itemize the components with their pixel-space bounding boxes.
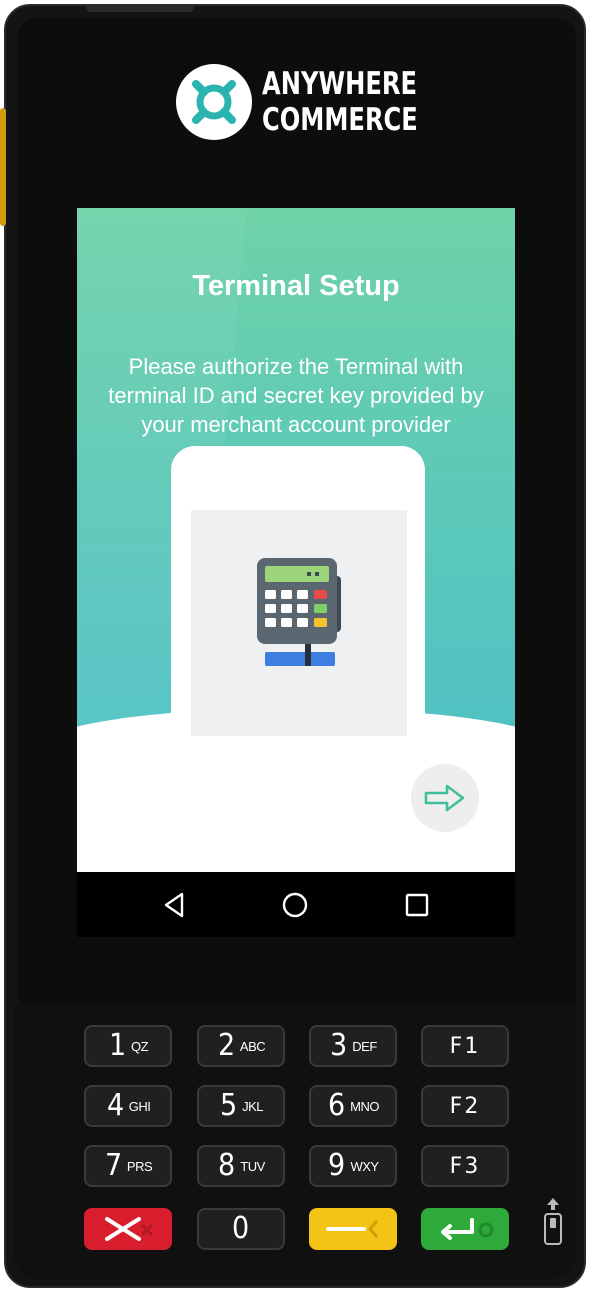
key-3[interactable]: 3 DEF	[309, 1025, 397, 1067]
key-0[interactable]: 0	[197, 1208, 285, 1250]
brand-line1: ANYWHERE	[262, 66, 418, 102]
arrow-right-icon	[424, 784, 465, 812]
enter-return-icon	[441, 1218, 494, 1240]
key-6-number: 6	[327, 1088, 346, 1123]
key-7-letters: PRS	[126, 1158, 153, 1174]
key-9-number: 9	[328, 1148, 346, 1183]
key-1-letters: QZ	[131, 1038, 149, 1054]
clear-key[interactable]	[309, 1208, 397, 1250]
side-button[interactable]	[0, 108, 6, 226]
nav-home-button[interactable]	[280, 890, 310, 920]
key-2[interactable]: 2 ABC	[197, 1025, 285, 1067]
key-5-number: 5	[219, 1088, 238, 1123]
key-8-number: 8	[218, 1148, 236, 1183]
key-7-number: 7	[104, 1148, 122, 1183]
recents-square-icon	[405, 893, 429, 917]
key-2-letters: ABC	[239, 1038, 266, 1054]
nav-recents-button[interactable]	[402, 890, 432, 920]
key-4-letters: GHI	[128, 1098, 151, 1114]
clear-backspace-icon	[326, 1220, 378, 1238]
cancel-x-icon	[105, 1217, 153, 1241]
key-f1-label: F1	[449, 1033, 481, 1059]
key-f3[interactable]: F3	[421, 1145, 509, 1187]
back-triangle-icon	[164, 892, 184, 918]
payment-terminal-icon	[257, 558, 341, 666]
key-0-number: 0	[232, 1211, 250, 1246]
usb-icon	[544, 1198, 562, 1245]
nav-back-button[interactable]	[159, 890, 189, 920]
brand-logo: ANYWHERE COMMERCE	[176, 64, 462, 140]
key-f1[interactable]: F1	[421, 1025, 509, 1067]
key-4[interactable]: 4 GHI	[84, 1085, 172, 1127]
key-6-letters: MNO	[350, 1098, 379, 1114]
key-4-number: 4	[106, 1088, 124, 1123]
power-button[interactable]	[86, 6, 194, 12]
key-8[interactable]: 8 TUV	[197, 1145, 285, 1187]
key-6[interactable]: 6 MNO	[309, 1085, 397, 1127]
key-5[interactable]: 5 JKL	[197, 1085, 285, 1127]
home-circle-icon	[282, 892, 308, 918]
key-f2[interactable]: F2	[421, 1085, 509, 1127]
key-f2-label: F2	[449, 1093, 481, 1119]
phone-screen	[191, 510, 407, 736]
key-7[interactable]: 7 PRS	[84, 1145, 172, 1187]
key-8-letters: TUV	[240, 1158, 265, 1174]
brand-name: ANYWHERE COMMERCE	[262, 66, 418, 138]
key-f3-label: F3	[449, 1153, 481, 1179]
enter-key[interactable]	[421, 1208, 509, 1250]
next-button[interactable]	[411, 764, 479, 832]
key-9-letters: WXY	[350, 1158, 379, 1174]
key-2-number: 2	[217, 1028, 235, 1063]
key-1[interactable]: 1 QZ	[84, 1025, 172, 1067]
key-3-letters: DEF	[352, 1038, 377, 1054]
key-3-number: 3	[330, 1028, 348, 1063]
key-1-number: 1	[108, 1028, 127, 1063]
brand-line2: COMMERCE	[262, 102, 418, 138]
key-9[interactable]: 9 WXY	[309, 1145, 397, 1187]
terminal-screen: Terminal Setup Please authorize the Term…	[77, 208, 515, 937]
key-5-letters: JKL	[242, 1098, 263, 1114]
cancel-key[interactable]	[84, 1208, 172, 1250]
anywhere-commerce-logo-icon	[176, 64, 252, 140]
android-nav-bar	[77, 872, 515, 937]
